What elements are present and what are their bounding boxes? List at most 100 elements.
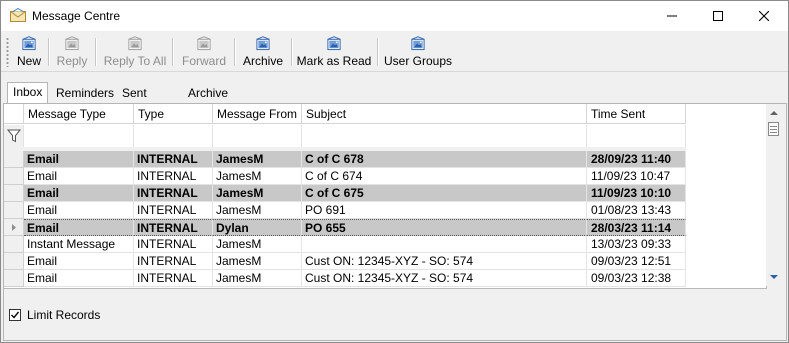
column-header-label: Message From xyxy=(217,107,298,121)
forward-button[interactable]: Forward xyxy=(179,34,229,68)
cell-subject: Cust ON: 12345-XYZ - SO: 574 xyxy=(302,270,587,287)
user-groups-button[interactable]: User Groups xyxy=(384,34,452,68)
message-centre-window: Message Centre New Reply Reply To All Fo… xyxy=(0,0,789,343)
row-selector[interactable] xyxy=(4,151,24,168)
filter-cell-time-sent[interactable] xyxy=(587,125,686,147)
column-header-label: Subject xyxy=(306,107,347,121)
row-selector[interactable] xyxy=(4,270,24,287)
scrollbar-thumb[interactable] xyxy=(768,122,779,136)
cell-time-sent: 28/09/23 11:40 xyxy=(587,151,686,168)
mark-as-read-button-label: Mark as Read xyxy=(296,54,372,68)
tab-archive[interactable]: Archive xyxy=(182,83,235,103)
toolbar-grip[interactable] xyxy=(6,37,9,67)
close-icon xyxy=(759,11,769,21)
cell-message-type: Instant Message xyxy=(24,236,134,253)
cell-type: INTERNAL xyxy=(134,151,213,168)
limit-records-label: Limit Records xyxy=(27,308,101,322)
limit-records-checkbox[interactable] xyxy=(9,309,21,321)
table-row[interactable]: Email INTERNAL Dylan PO 655 28/03/23 11:14 xyxy=(4,219,686,236)
user-groups-button-label: User Groups xyxy=(383,54,453,68)
reply-button[interactable]: Reply xyxy=(55,34,89,68)
column-header-label: Message Type xyxy=(28,107,106,121)
row-selector[interactable] xyxy=(4,253,24,270)
cell-message-from: JamesM xyxy=(213,253,302,270)
tab-archive-label: Archive xyxy=(188,86,229,100)
toolbar-separator xyxy=(234,38,236,66)
cell-subject: C of C 675 xyxy=(302,185,587,202)
mark-as-read-button[interactable]: Mark as Read xyxy=(297,34,371,68)
column-header-type[interactable]: Type xyxy=(134,104,213,124)
title-bar: Message Centre xyxy=(1,1,788,31)
column-header-message-type[interactable]: Message Type xyxy=(24,104,134,124)
table-row[interactable]: Email INTERNAL JamesM Cust ON: 12345-XYZ - … xyxy=(4,270,686,287)
row-selector[interactable] xyxy=(4,219,24,236)
cell-message-type: Email xyxy=(24,270,134,287)
toolbar: New Reply Reply To All Forward Archive M… xyxy=(1,31,788,72)
cell-type: INTERNAL xyxy=(134,168,213,185)
minimize-button[interactable] xyxy=(649,1,695,31)
cell-subject: C of C 674 xyxy=(302,168,587,185)
row-selector[interactable] xyxy=(4,202,24,219)
window-title: Message Centre xyxy=(32,9,121,23)
reply-icon xyxy=(65,36,79,51)
archive-button-label: Archive xyxy=(242,54,283,68)
cell-message-from: JamesM xyxy=(213,202,302,219)
tab-reminders[interactable]: Reminders xyxy=(50,83,121,103)
vertical-scrollbar[interactable] xyxy=(766,104,782,286)
current-row-icon xyxy=(12,224,16,231)
cell-message-type: Email xyxy=(24,151,134,168)
minimize-icon xyxy=(667,15,677,17)
reply-to-all-button-label: Reply To All xyxy=(103,54,167,68)
filter-cell-type[interactable] xyxy=(134,125,213,147)
maximize-button[interactable] xyxy=(695,1,741,31)
cell-message-from: JamesM xyxy=(213,270,302,287)
table-row[interactable]: Email INTERNAL JamesM C of C 674 11/09/23 10… xyxy=(4,168,686,185)
cell-time-sent: 01/08/23 13:43 xyxy=(587,202,686,219)
cell-subject xyxy=(302,236,587,253)
archive-button[interactable]: Archive xyxy=(240,34,286,68)
column-header-subject[interactable]: Subject xyxy=(302,104,587,124)
table-row[interactable]: Email INTERNAL JamesM C of C 675 11/09/23 10… xyxy=(4,185,686,202)
scroll-down-icon[interactable] xyxy=(766,270,782,284)
cell-subject: PO 691 xyxy=(302,202,587,219)
cell-subject: Cust ON: 12345-XYZ - SO: 574 xyxy=(302,253,587,270)
filter-cell-message-type[interactable] xyxy=(24,125,134,147)
tab-sent-items[interactable]: Sent Items xyxy=(116,83,158,118)
cell-message-type: Email xyxy=(24,202,134,219)
cell-time-sent: 11/09/23 10:47 xyxy=(587,168,686,185)
reply-to-all-button[interactable]: Reply To All xyxy=(102,34,168,68)
cell-subject: PO 655 xyxy=(302,219,587,236)
close-button[interactable] xyxy=(741,1,787,31)
new-button-label: New xyxy=(16,54,41,68)
filter-cell-message-from[interactable] xyxy=(213,125,302,147)
table-row[interactable]: Instant Message INTERNAL JamesM 13/03/23 09… xyxy=(4,236,686,253)
filter-cell-subject[interactable] xyxy=(302,125,587,147)
table-row[interactable]: Email INTERNAL JamesM PO 691 01/08/23 13:43 xyxy=(4,202,686,219)
cell-type: INTERNAL xyxy=(134,253,213,270)
reply-button-label: Reply xyxy=(56,54,88,68)
toolbar-separator xyxy=(291,38,293,66)
tab-inbox[interactable]: Inbox xyxy=(7,82,49,103)
cell-type: INTERNAL xyxy=(134,219,213,236)
new-button[interactable]: New xyxy=(15,34,43,68)
column-header-time-sent[interactable]: Time Sent xyxy=(587,104,686,124)
mark-as-read-icon xyxy=(327,36,341,51)
toolbar-separator xyxy=(172,38,174,66)
cell-message-type: Email xyxy=(24,253,134,270)
cell-time-sent: 09/03/23 12:38 xyxy=(587,270,686,287)
row-selector[interactable] xyxy=(4,168,24,185)
scroll-up-icon[interactable] xyxy=(766,106,782,120)
table-row[interactable]: Email INTERNAL JamesM C of C 678 28/09/23 11… xyxy=(4,151,686,168)
column-header-label: Time Sent xyxy=(591,107,646,121)
column-header-message-from[interactable]: Message From xyxy=(213,104,302,124)
filter-row xyxy=(4,125,686,148)
cell-message-from: JamesM xyxy=(213,151,302,168)
grid-header: Message Type Type Message From Subject T… xyxy=(4,104,766,125)
tab-inbox-label: Inbox xyxy=(13,85,43,99)
table-row[interactable]: Email INTERNAL JamesM Cust ON: 12345-XYZ - … xyxy=(4,253,686,270)
row-selector[interactable] xyxy=(4,185,24,202)
footer-panel: Limit Records xyxy=(4,289,782,337)
new-message-icon xyxy=(22,36,36,51)
row-selector[interactable] xyxy=(4,236,24,253)
reply-all-icon xyxy=(128,36,142,51)
